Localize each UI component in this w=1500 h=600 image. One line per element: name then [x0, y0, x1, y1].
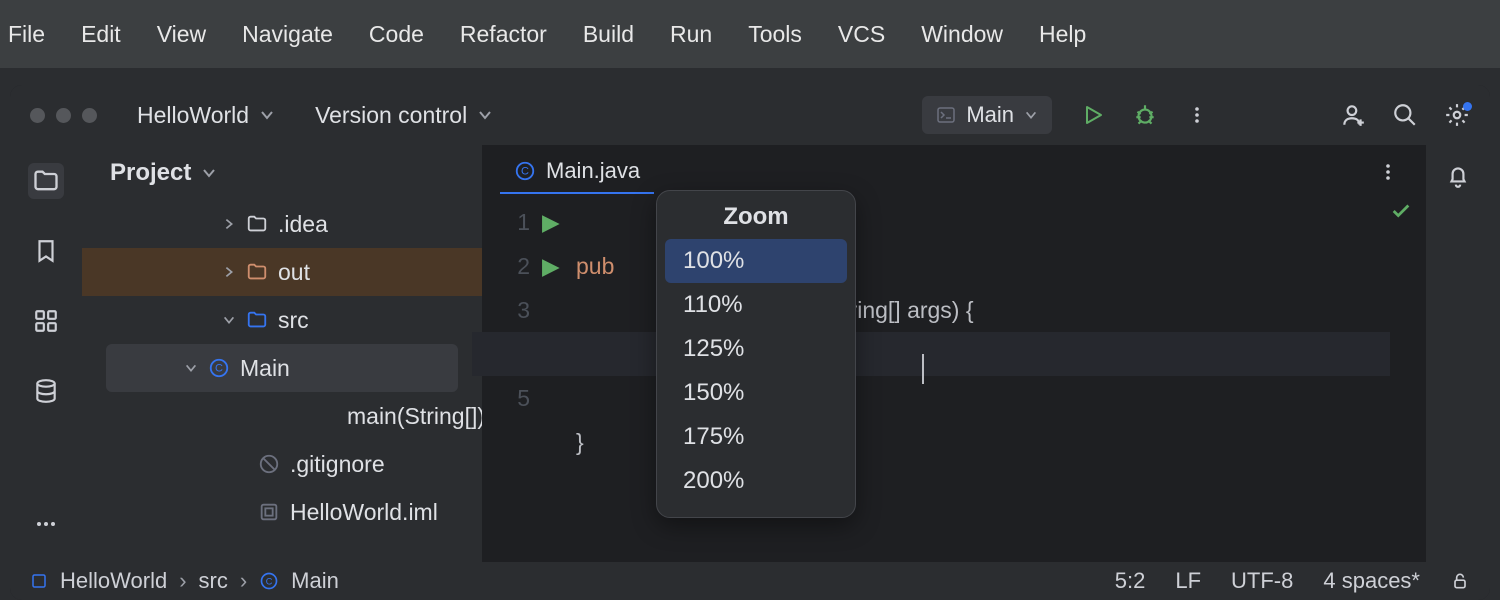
menu-vcs[interactable]: VCS	[838, 21, 885, 48]
chevron-down-icon	[1024, 108, 1038, 122]
titlebar: HelloWorld Version control Main	[10, 85, 1490, 145]
tree-item-out[interactable]: out	[82, 248, 482, 296]
menu-code[interactable]: Code	[369, 21, 424, 48]
project-name: HelloWorld	[137, 102, 249, 129]
menu-tools[interactable]: Tools	[748, 21, 802, 48]
tree-item-mainfn[interactable]: m main(String[]):	[82, 392, 482, 440]
indent[interactable]: 4 spaces*	[1323, 568, 1420, 594]
tree-item-src[interactable]: src	[82, 296, 482, 344]
run-config-dropdown[interactable]: Main	[922, 96, 1052, 134]
tree-item-idea[interactable]: .idea	[82, 200, 482, 248]
lock-icon[interactable]	[1450, 571, 1470, 591]
chevron-down-icon	[477, 107, 493, 123]
gutter: 1 2 3 4 5	[482, 200, 542, 562]
project-panel-title: Project	[110, 159, 191, 187]
code-with-me-icon[interactable]	[1340, 102, 1366, 128]
zoom-popup: Zoom 100% 110% 125% 150% 175% 200%	[656, 190, 856, 518]
status-bar: HelloWorld › src › C Main 5:2 LF UTF-8 4…	[10, 562, 1490, 600]
run-config-name: Main	[966, 102, 1014, 128]
tab-label: Main.java	[546, 158, 640, 184]
line-number: 2	[482, 244, 530, 288]
chevron-down-icon	[259, 107, 275, 123]
caret-position[interactable]: 5:2	[1115, 568, 1146, 594]
zoom-option-200[interactable]: 200%	[665, 459, 847, 503]
breadcrumb-segment: HelloWorld	[60, 568, 167, 594]
os-menubar: File Edit View Navigate Code Refactor Bu…	[0, 0, 1500, 68]
menu-edit[interactable]: Edit	[81, 21, 121, 48]
line-number: 4	[482, 332, 530, 376]
encoding[interactable]: UTF-8	[1231, 568, 1293, 594]
more-actions-icon[interactable]	[1184, 102, 1210, 128]
zoom-option-125[interactable]: 125%	[665, 327, 847, 371]
breadcrumb-segment: Main	[291, 568, 339, 594]
project-dropdown[interactable]: HelloWorld	[137, 102, 275, 129]
menu-run[interactable]: Run	[670, 21, 712, 48]
vcs-dropdown[interactable]: Version control	[315, 102, 493, 129]
breadcrumb-segment: src	[199, 568, 228, 594]
tree-label: src	[278, 307, 309, 334]
run-button[interactable]	[1080, 102, 1106, 128]
menu-window[interactable]: Window	[921, 21, 1003, 48]
svg-text:C: C	[521, 166, 529, 178]
right-tool-strip	[1426, 145, 1490, 562]
debug-button[interactable]	[1132, 102, 1158, 128]
tree-item-iml[interactable]: HelloWorld.iml	[82, 488, 482, 536]
menu-build[interactable]: Build	[583, 21, 634, 48]
project-panel-header[interactable]: Project	[82, 145, 482, 200]
project-panel: Project .idea out	[82, 145, 482, 562]
tree-label: HelloWorld.iml	[290, 499, 438, 526]
zoom-option-100[interactable]: 100%	[665, 239, 847, 283]
menu-file[interactable]: File	[8, 21, 45, 48]
editor-tab-more-icon[interactable]	[1378, 162, 1398, 182]
tree-label: main(String[]):	[347, 403, 482, 430]
settings-icon[interactable]	[1444, 102, 1470, 128]
terminal-icon	[936, 105, 956, 125]
zoom-option-175[interactable]: 175%	[665, 415, 847, 459]
bookmarks-tool-button[interactable]	[28, 233, 64, 269]
editor-tabs: C Main.java	[482, 145, 1426, 200]
menu-navigate[interactable]: Navigate	[242, 21, 333, 48]
left-tool-strip	[10, 145, 82, 562]
line-number: 3	[482, 288, 530, 332]
tab-main-java[interactable]: C Main.java	[500, 150, 654, 194]
menu-help[interactable]: Help	[1039, 21, 1086, 48]
line-number: 1	[482, 200, 530, 244]
chevron-down-icon	[201, 165, 217, 181]
structure-tool-button[interactable]	[28, 303, 64, 339]
maximize-icon[interactable]	[82, 108, 97, 123]
svg-text:C: C	[215, 363, 223, 375]
line-ending[interactable]: LF	[1175, 568, 1201, 594]
tree-label: Main	[240, 355, 290, 382]
project-tree: .idea out src C Main m	[82, 200, 482, 562]
minimize-icon[interactable]	[56, 108, 71, 123]
vcs-label: Version control	[315, 102, 467, 129]
search-icon[interactable]	[1392, 102, 1418, 128]
code-area[interactable]: 1 2 3 4 5 ▶ ▶ pub n { c void main(String…	[482, 200, 1426, 562]
project-tool-button[interactable]	[28, 163, 64, 199]
breadcrumb[interactable]: HelloWorld › src › C Main	[30, 568, 339, 594]
svg-text:C: C	[266, 576, 273, 586]
close-icon[interactable]	[30, 108, 45, 123]
tree-label: out	[278, 259, 310, 286]
notifications-icon[interactable]	[1445, 163, 1471, 189]
menu-view[interactable]: View	[157, 21, 206, 48]
line-number: 5	[482, 376, 530, 420]
tree-item-main[interactable]: C Main	[106, 344, 458, 392]
tree-item-gitignore[interactable]: .gitignore	[82, 440, 482, 488]
window-controls[interactable]	[30, 108, 97, 123]
database-tool-button[interactable]	[28, 373, 64, 409]
editor: C Main.java 1 2 3 4 5 ▶ ▶	[482, 145, 1426, 562]
zoom-title: Zoom	[665, 203, 847, 231]
zoom-option-110[interactable]: 110%	[665, 283, 847, 327]
inspection-ok-icon[interactable]	[1390, 200, 1412, 562]
more-tools-icon[interactable]	[28, 506, 64, 542]
tree-label: .gitignore	[290, 451, 385, 478]
caret-icon	[922, 354, 924, 384]
tree-label: .idea	[278, 211, 328, 238]
zoom-option-150[interactable]: 150%	[665, 371, 847, 415]
menu-refactor[interactable]: Refactor	[460, 21, 547, 48]
run-gutter: ▶ ▶	[542, 200, 576, 562]
